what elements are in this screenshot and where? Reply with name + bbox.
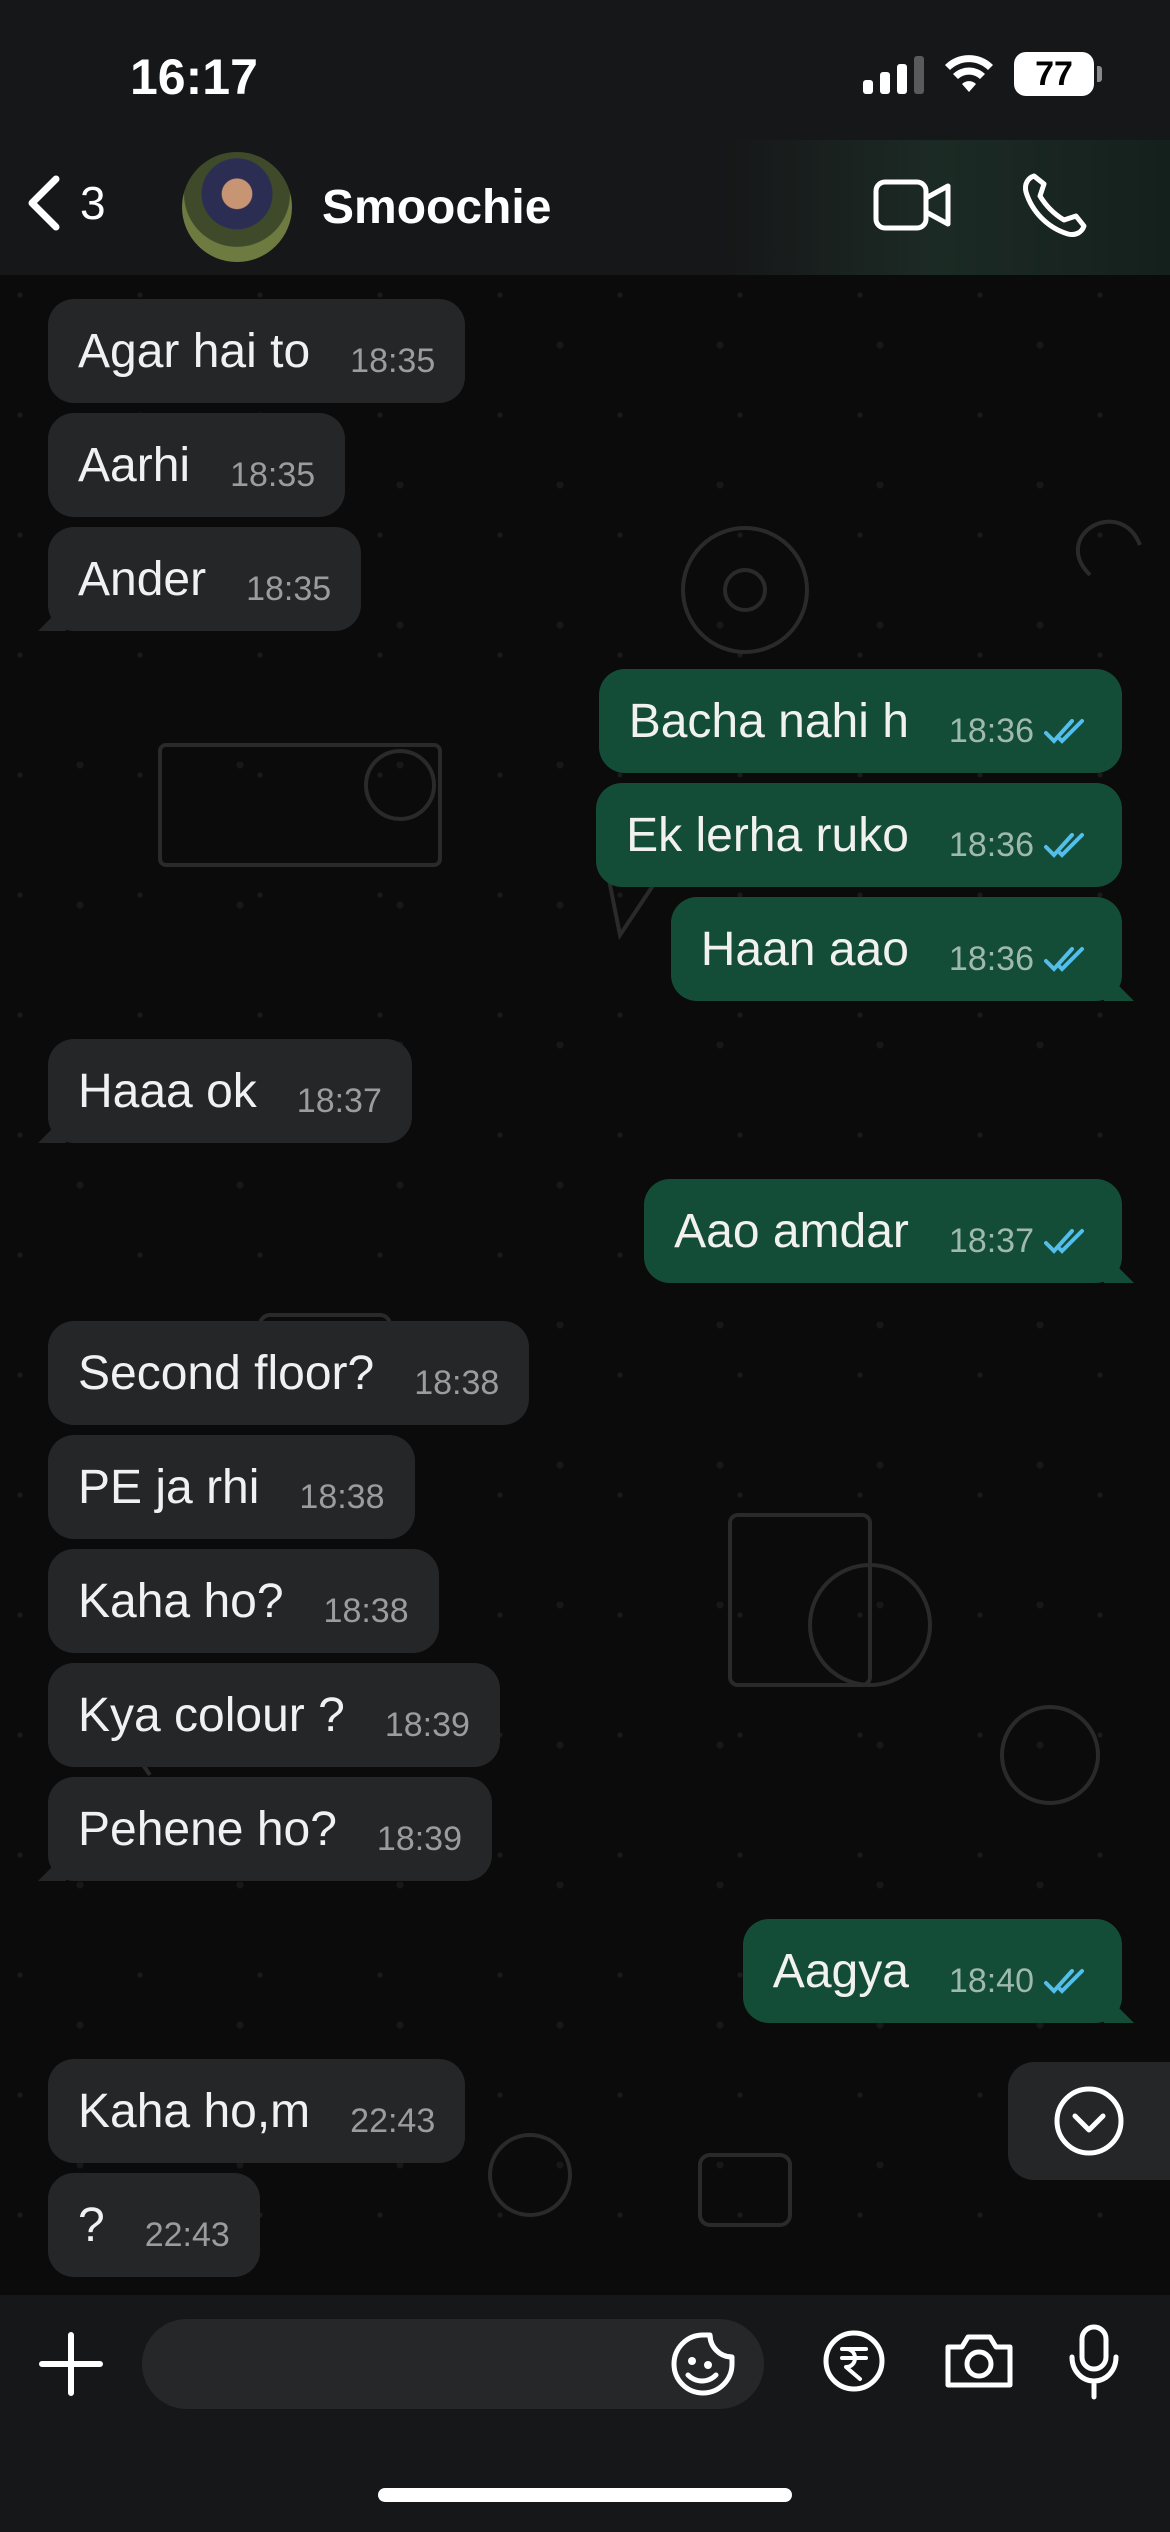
message-time: 18:35	[350, 341, 436, 380]
message-text: Kaha ho?	[78, 1574, 284, 1628]
message-text: Bacha nahi h	[628, 694, 909, 748]
message-incoming[interactable]: Agar hai to 18:35	[48, 299, 466, 403]
message-text: Ander	[78, 552, 207, 606]
message-incoming[interactable]: PE ja rhi 18:38	[48, 1435, 415, 1539]
contact-avatar[interactable]	[182, 152, 292, 262]
message-text: PE ja rhi	[78, 1460, 260, 1514]
message-text: Aagya	[772, 1944, 909, 1998]
read-receipt-icon	[1044, 947, 1084, 972]
message-outgoing[interactable]: Haan aao 18:36	[670, 897, 1122, 1001]
back-button[interactable]: 3	[22, 173, 106, 233]
read-receipt-icon	[1044, 833, 1084, 858]
payment-button[interactable]	[822, 2329, 886, 2393]
status-indicators: 77	[863, 52, 1102, 96]
message-text: Pehene ho?	[78, 1802, 337, 1856]
message-text: Aarhi	[78, 438, 191, 492]
chevron-left-icon	[28, 175, 60, 231]
message-time: 22:43	[144, 2215, 230, 2254]
read-receipt-icon	[1044, 719, 1084, 744]
message-time: 18:35	[246, 569, 332, 608]
message-input-wrapper	[142, 2319, 764, 2409]
message-text: Second floor?	[78, 1346, 375, 1400]
message-incoming[interactable]: Aarhi 18:35	[48, 413, 346, 517]
message-time: 18:35	[230, 455, 316, 494]
message-input[interactable]	[172, 2319, 672, 2409]
home-indicator[interactable]	[378, 2488, 792, 2502]
chat-header: 3 Smoochie	[0, 140, 1170, 275]
message-incoming[interactable]: Second floor? 18:38	[48, 1321, 530, 1425]
message-outgoing[interactable]: Bacha nahi h 18:36	[598, 669, 1122, 773]
voice-call-button[interactable]	[1020, 170, 1090, 240]
message-time: 18:38	[299, 1477, 385, 1516]
message-time: 22:43	[350, 2101, 436, 2140]
message-time: 18:36	[948, 939, 1034, 978]
message-time: 18:38	[323, 1591, 409, 1630]
message-text: ?	[78, 2198, 105, 2252]
message-time: 18:36	[948, 711, 1034, 750]
message-incoming[interactable]: Kaha ho,m 22:43	[48, 2059, 466, 2163]
unread-chats-count: 3	[80, 177, 106, 229]
message-time: 18:39	[376, 1819, 463, 1858]
microphone-button[interactable]	[1068, 2323, 1120, 2401]
battery-icon: 77	[1014, 52, 1102, 96]
message-time: 18:37	[948, 1221, 1034, 1260]
message-incoming[interactable]: Kya colour ? 18:39	[48, 1663, 500, 1767]
video-call-button[interactable]	[872, 174, 952, 236]
message-time: 18:39	[384, 1705, 470, 1744]
sticker-button[interactable]	[670, 2331, 736, 2397]
wifi-icon	[945, 55, 993, 92]
message-text: Aao amdar	[674, 1204, 909, 1258]
message-incoming[interactable]: ? 22:43	[48, 2173, 260, 2277]
message-incoming[interactable]: Kaha ho? 18:38	[48, 1549, 439, 1653]
message-text: Kya colour ?	[78, 1688, 345, 1742]
read-receipt-icon	[1044, 1969, 1084, 1994]
message-text: Haan aao	[700, 922, 909, 976]
status-bar: 16:17 77	[0, 0, 1170, 140]
message-time: 18:36	[948, 825, 1034, 864]
message-incoming[interactable]: Haaa ok 18:37	[48, 1039, 412, 1143]
message-incoming[interactable]: Pehene ho? 18:39	[48, 1777, 493, 1881]
message-incoming[interactable]: Ander 18:35	[48, 527, 362, 631]
message-time: 18:38	[414, 1363, 500, 1402]
message-outgoing[interactable]: Ek lerha ruko 18:36	[596, 783, 1122, 887]
camera-button[interactable]	[942, 2331, 1016, 2391]
message-text: Kaha ho,m	[78, 2084, 311, 2138]
contact-name[interactable]: Smoochie	[322, 180, 551, 235]
message-time: 18:37	[296, 1081, 382, 1120]
message-text: Ek lerha ruko	[626, 808, 909, 862]
message-text: Agar hai to	[78, 324, 311, 378]
read-receipt-icon	[1044, 1229, 1084, 1254]
scroll-to-bottom-button[interactable]	[1008, 2062, 1170, 2180]
message-text: Haaa ok	[78, 1064, 257, 1118]
chevron-down-circle-icon	[1054, 2086, 1124, 2156]
message-time: 18:40	[948, 1961, 1034, 2000]
message-list[interactable]: Agar hai to 18:35 Aarhi 18:35 Ander 18:3…	[0, 275, 1170, 2295]
status-time: 16:17	[130, 49, 258, 105]
message-outgoing[interactable]: Aao amdar 18:37	[644, 1179, 1122, 1283]
cellular-signal-icon	[863, 54, 924, 94]
message-outgoing[interactable]: Aagya 18:40	[742, 1919, 1122, 2023]
attach-button[interactable]	[38, 2331, 104, 2397]
